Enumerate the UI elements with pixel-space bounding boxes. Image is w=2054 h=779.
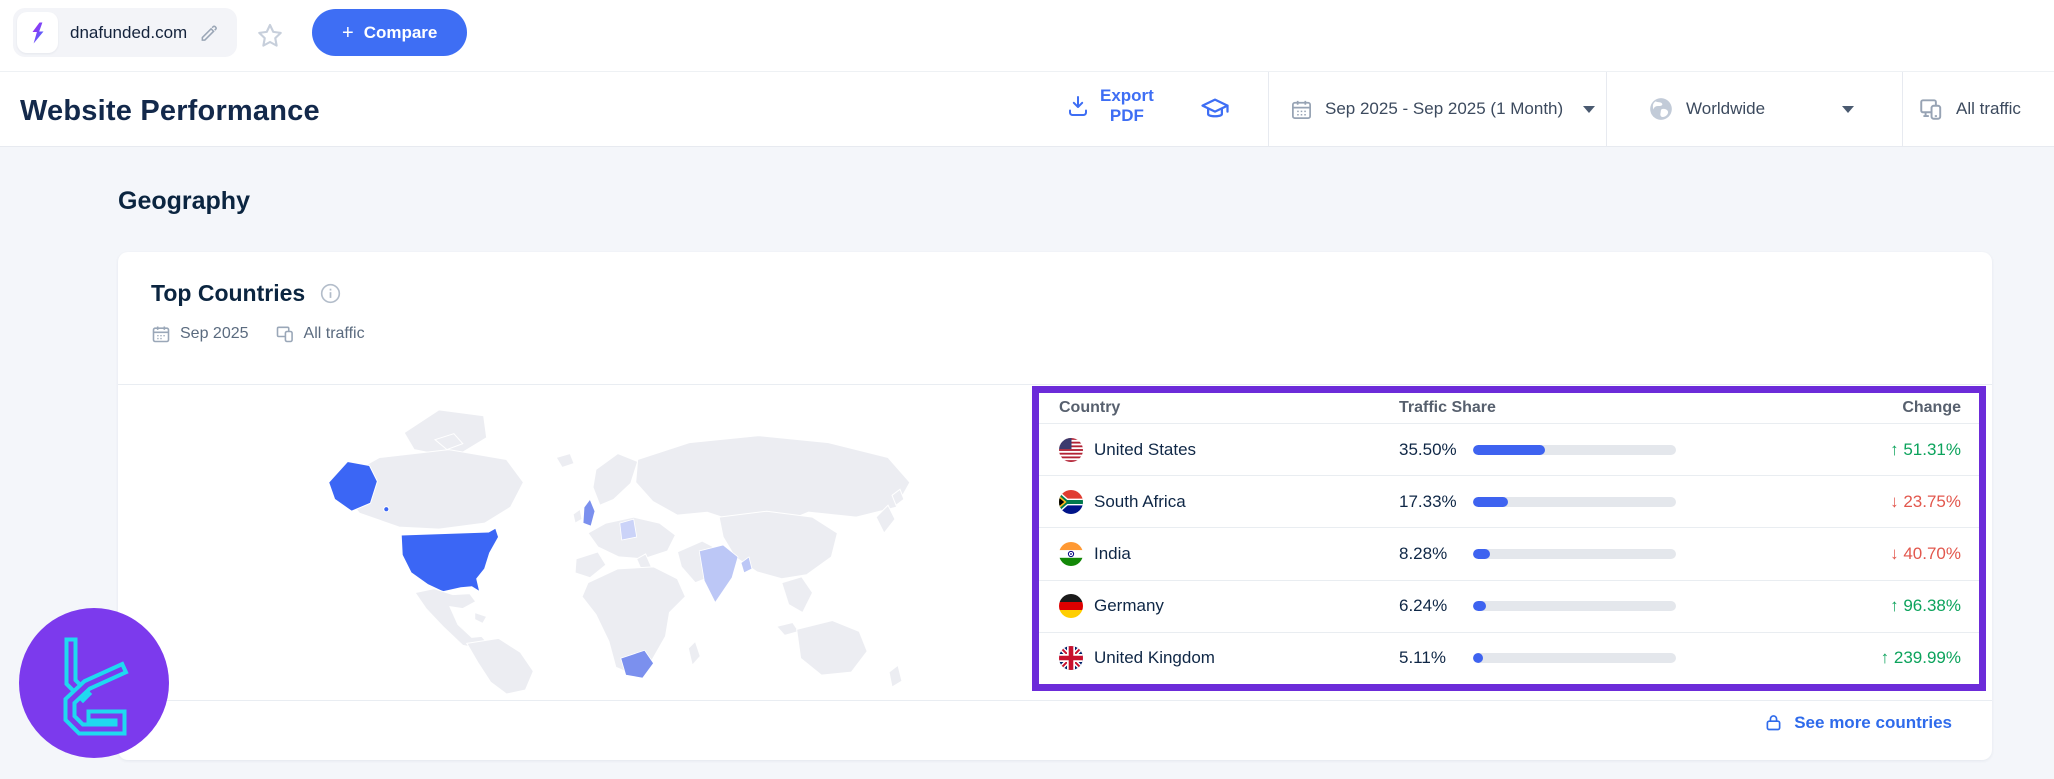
page-title: Website Performance	[20, 95, 320, 127]
country-flag-icon	[1059, 594, 1083, 618]
table-header-row: Country Traffic Share Change	[1039, 393, 1979, 423]
info-icon[interactable]	[319, 282, 342, 305]
country-flag-icon	[1059, 542, 1083, 566]
region-selector[interactable]: Worldwide	[1648, 72, 1898, 146]
edit-pencil-icon[interactable]	[199, 23, 219, 43]
header-divider-3	[1902, 72, 1903, 146]
card-title: Top Countries	[151, 280, 306, 306]
top-countries-card: Top Countries Sep 2025 All traffic Count…	[118, 252, 1992, 760]
change-value: ↑ 51.31%	[1890, 439, 1961, 459]
traffic-share-bar	[1473, 653, 1678, 664]
country-flag-icon	[1059, 490, 1083, 514]
globe-icon	[1650, 98, 1672, 120]
traffic-share-value: 35.50%	[1399, 439, 1457, 459]
traffic-share-bar	[1473, 496, 1678, 507]
topbar: dnafunded.com + Compare	[0, 0, 2054, 71]
domain-name: dnafunded.com	[70, 22, 188, 42]
country-name: South Africa	[1094, 491, 1186, 511]
see-more-label: See more countries	[1794, 712, 1952, 732]
card-period: Sep 2025	[180, 325, 249, 342]
table-row[interactable]: India 8.28% ↓ 40.70%	[1039, 527, 1979, 579]
favorite-star-button[interactable]	[254, 20, 286, 52]
country-name: Germany	[1094, 596, 1164, 616]
compare-button[interactable]: + Compare	[312, 9, 468, 56]
chevron-down-icon	[1842, 105, 1854, 113]
country-name: India	[1094, 544, 1131, 563]
export-label-line2: PDF	[1109, 106, 1144, 125]
watermark-logo	[19, 608, 169, 758]
traffic-share-value: 8.28%	[1399, 544, 1448, 563]
traffic-share-bar	[1473, 601, 1678, 612]
country-flag-icon	[1059, 646, 1083, 670]
download-icon	[1069, 96, 1087, 116]
card-divider-top	[118, 384, 1992, 385]
traffic-share-value: 6.24%	[1399, 596, 1448, 616]
world-map	[218, 388, 958, 696]
compare-label: Compare	[363, 22, 438, 42]
bolt-icon	[32, 22, 43, 43]
header-divider-2	[1606, 72, 1607, 146]
change-value: ↑ 239.99%	[1880, 648, 1961, 668]
traffic-filter-value: All traffic	[1956, 99, 2021, 118]
card-divider-bottom	[118, 700, 1992, 701]
website-performance-page: dnafunded.com + Compare Website Performa…	[0, 0, 2054, 779]
date-range-value: Sep 2025 - Sep 2025 (1 Month)	[1325, 99, 1564, 118]
academy-button[interactable]	[1200, 94, 1230, 129]
header-divider-1	[1268, 72, 1269, 146]
change-value: ↓ 40.70%	[1890, 544, 1961, 563]
header-bottom-border	[0, 146, 2054, 147]
traffic-filter[interactable]: All traffic	[1918, 72, 2054, 146]
traffic-share-bar	[1473, 549, 1678, 559]
change-value: ↓ 23.75%	[1890, 491, 1961, 511]
world-map-svg	[328, 409, 911, 695]
country-name: United States	[1094, 439, 1197, 459]
plus-icon: +	[342, 21, 354, 44]
see-more-countries-link[interactable]: See more countries	[1763, 712, 1952, 733]
watermark-logo-icon	[19, 608, 169, 758]
chevron-down-icon	[1583, 105, 1596, 113]
export-label-line1: Export	[1100, 86, 1154, 105]
change-value: ↑ 96.38%	[1890, 596, 1961, 616]
region-value: Worldwide	[1686, 99, 1766, 118]
site-favicon	[17, 12, 58, 53]
col-header-traffic-share: Traffic Share	[1399, 399, 1496, 416]
table-row[interactable]: United Kingdom 5.11% ↑ 239.99%	[1039, 631, 1979, 684]
traffic-share-bar	[1473, 444, 1678, 455]
country-flag-icon	[1059, 438, 1083, 462]
table-row[interactable]: South Africa 17.33% ↓ 23.75%	[1039, 475, 1979, 527]
date-range-picker[interactable]: Sep 2025 - Sep 2025 (1 Month)	[1290, 72, 1600, 146]
col-header-change: Change	[1902, 399, 1961, 416]
domain-pill[interactable]: dnafunded.com	[13, 8, 237, 57]
calendar-icon	[1292, 100, 1311, 119]
calendar-icon	[152, 326, 170, 343]
col-header-country: Country	[1059, 399, 1121, 416]
section-title-geography: Geography	[118, 187, 250, 215]
lock-icon	[1766, 715, 1781, 731]
graduation-cap-icon	[1201, 98, 1229, 118]
top-countries-table: Country Traffic Share Change United Stat…	[1032, 386, 1986, 691]
devices-icon	[276, 326, 293, 343]
traffic-share-value: 17.33%	[1399, 491, 1457, 511]
export-pdf-button[interactable]: Export PDF	[1066, 86, 1154, 126]
card-traffic-type: All traffic	[303, 325, 365, 342]
table-row[interactable]: United States 35.50% ↑ 51.31%	[1039, 423, 1979, 475]
country-name: United Kingdom	[1094, 648, 1215, 668]
table-row[interactable]: Germany 6.24% ↑ 96.38%	[1039, 579, 1979, 632]
devices-icon	[1920, 99, 1942, 120]
star-icon	[258, 23, 282, 47]
traffic-share-value: 5.11%	[1399, 648, 1446, 668]
